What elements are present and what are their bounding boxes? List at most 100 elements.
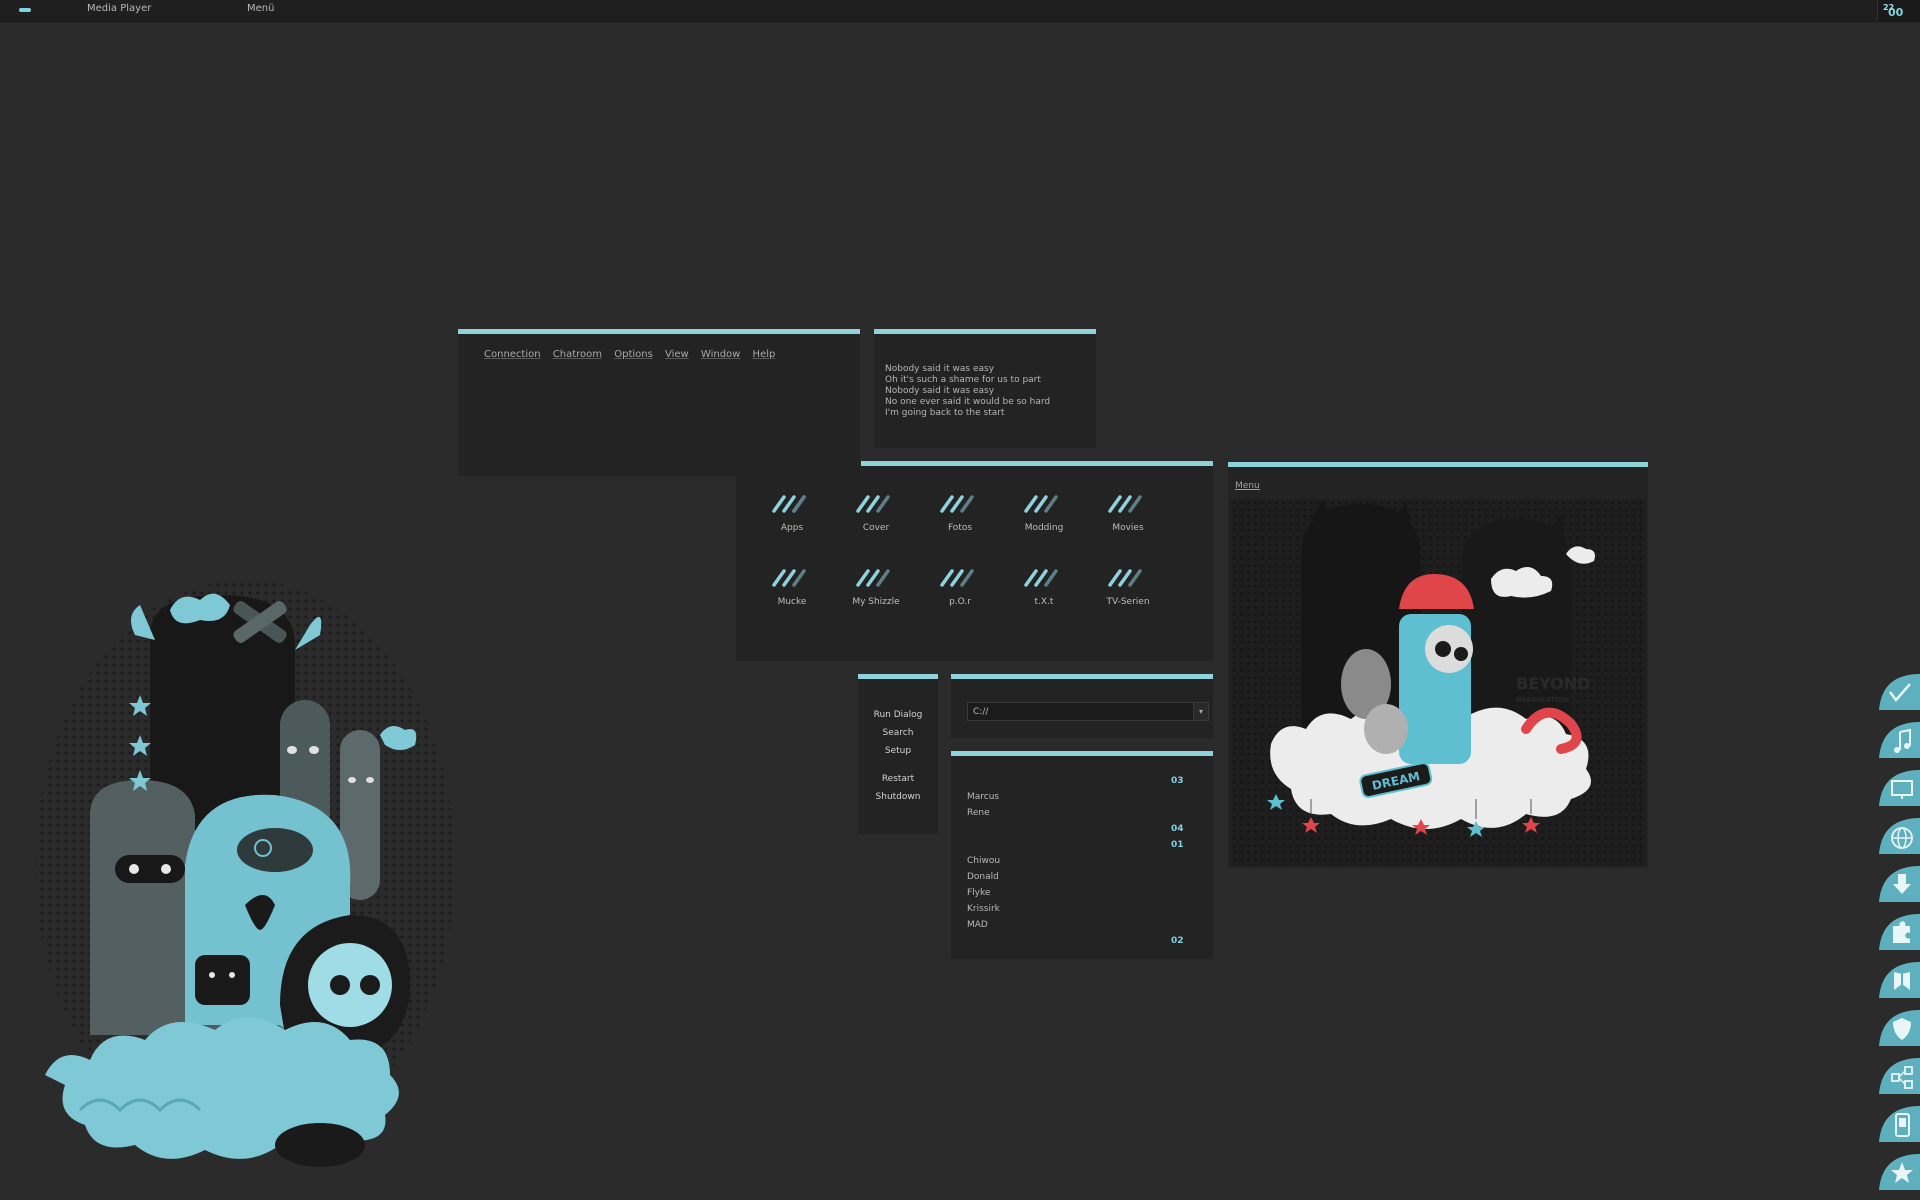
lyrics-line: No one ever said it would be so hard xyxy=(885,397,1051,407)
menu-restart[interactable]: Restart xyxy=(858,770,938,788)
folder-slashes-icon xyxy=(856,569,890,587)
folder-slashes-icon xyxy=(856,495,890,513)
artwork-word-beyond: BEYOND xyxy=(1516,674,1590,693)
shortcut-label: TV-Serien xyxy=(1106,597,1150,607)
image-viewer-window: Menu DREAM BEYOND IMAGINATION xyxy=(1228,462,1648,868)
menu-view[interactable]: View xyxy=(665,349,689,360)
music-note-icon[interactable] xyxy=(1876,720,1920,760)
shortcut-txt[interactable]: t.X.t xyxy=(1002,569,1086,607)
download-icon[interactable] xyxy=(1876,864,1920,904)
contact-group[interactable]: 01 xyxy=(1171,840,1184,850)
contact-item[interactable]: Donald xyxy=(967,872,999,882)
shield-icon[interactable] xyxy=(1876,1008,1920,1048)
shortcut-cover[interactable]: Cover xyxy=(834,495,918,533)
taskbar-menu[interactable]: Menü xyxy=(247,3,274,14)
globe-icon[interactable] xyxy=(1876,816,1920,856)
monitor-icon[interactable] xyxy=(1876,768,1920,808)
lyrics-line: Nobody said it was easy xyxy=(885,386,995,396)
system-menu-window: Run Dialog Search Setup Restart Shutdown xyxy=(858,674,938,834)
artwork-image: DREAM BEYOND IMAGINATION xyxy=(1231,499,1646,866)
menu-window[interactable]: Window xyxy=(701,349,740,360)
shortcut-label: Modding xyxy=(1024,523,1064,533)
shortcut-my-shizzle[interactable]: My Shizzle xyxy=(834,569,918,607)
menu-chatroom[interactable]: Chatroom xyxy=(553,349,602,360)
chat-menu-bar: Connection Chatroom Options View Window … xyxy=(484,349,784,360)
menu-help[interactable]: Help xyxy=(753,349,776,360)
contact-group[interactable]: 04 xyxy=(1171,824,1184,834)
contact-item[interactable]: Marcus xyxy=(967,792,999,802)
contact-group[interactable]: 02 xyxy=(1171,936,1184,946)
shortcut-label: Cover xyxy=(862,523,890,533)
dream-beyond-imagination-artwork: DREAM BEYOND IMAGINATION xyxy=(1231,499,1646,866)
network-icon[interactable] xyxy=(1876,1056,1920,1096)
contact-group[interactable]: 03 xyxy=(1171,776,1184,786)
folder-slashes-icon xyxy=(1024,495,1058,513)
clock-hours: 00 xyxy=(1888,6,1904,19)
menu-separator xyxy=(858,760,938,770)
folder-slashes-icon xyxy=(1024,569,1058,587)
butterfly-icon[interactable] xyxy=(1876,960,1920,1000)
device-icon[interactable] xyxy=(1876,1104,1920,1144)
folder-slashes-icon xyxy=(940,495,974,513)
shortcut-por[interactable]: p.O.r xyxy=(918,569,1002,607)
menu-connection[interactable]: Connection xyxy=(484,349,541,360)
chevron-down-icon[interactable]: ▾ xyxy=(1193,703,1208,720)
menu-run-dialog[interactable]: Run Dialog xyxy=(858,706,938,724)
run-window-titlebar[interactable] xyxy=(951,674,1213,679)
contact-item[interactable]: MAD xyxy=(967,920,988,930)
taskbar: Media Player Menü 00 22 xyxy=(0,0,1920,22)
chat-window-titlebar[interactable] xyxy=(458,329,860,334)
contact-item[interactable]: Rene xyxy=(967,808,990,818)
menu-search[interactable]: Search xyxy=(858,724,938,742)
shortcut-label: Movies xyxy=(1112,523,1144,533)
shortcut-apps[interactable]: Apps xyxy=(750,495,834,533)
menu-options[interactable]: Options xyxy=(614,349,653,360)
puzzle-icon[interactable] xyxy=(1876,912,1920,952)
lyrics-text: Nobody said it was easy Oh it's such a s… xyxy=(885,364,1050,419)
contact-list-titlebar[interactable] xyxy=(951,751,1213,756)
image-viewer-menu[interactable]: Menu xyxy=(1235,481,1260,491)
shortcut-label: p.O.r xyxy=(949,597,971,607)
shortcut-label: Apps xyxy=(780,523,804,533)
shortcut-label: Fotos xyxy=(947,523,973,533)
taskbar-app-title[interactable]: Media Player xyxy=(87,3,151,14)
system-menu: Run Dialog Search Setup Restart Shutdown xyxy=(858,706,938,806)
shortcut-movies[interactable]: Movies xyxy=(1086,495,1170,533)
menu-shutdown[interactable]: Shutdown xyxy=(858,788,938,806)
check-icon[interactable] xyxy=(1876,672,1920,712)
artwork-word-imagination: IMAGINATION xyxy=(1516,696,1569,704)
run-window: ▾ xyxy=(951,674,1213,738)
contact-list-window: 03 Marcus Rene 04 01 Chiwou Donald Flyke… xyxy=(951,751,1213,959)
shortcut-label: Mucke xyxy=(777,597,807,607)
image-viewer-titlebar[interactable] xyxy=(1228,462,1648,467)
lyrics-window-titlebar[interactable] xyxy=(874,329,1096,334)
shortcuts-window-titlebar[interactable] xyxy=(861,461,1213,466)
clock: 00 22 xyxy=(1877,0,1920,21)
contact-item[interactable]: Krissirk xyxy=(967,904,1000,914)
lyrics-window: Nobody said it was easy Oh it's such a s… xyxy=(874,329,1096,448)
chat-window: Connection Chatroom Options View Window … xyxy=(458,329,860,476)
shortcut-tv-serien[interactable]: TV-Serien xyxy=(1086,569,1170,607)
start-icon[interactable] xyxy=(19,8,31,12)
wallpaper-monsters-artwork xyxy=(35,580,455,1167)
shortcut-fotos[interactable]: Fotos xyxy=(918,495,1002,533)
contact-item[interactable]: Flyke xyxy=(967,888,990,898)
system-menu-titlebar[interactable] xyxy=(858,674,938,679)
shortcut-mucke[interactable]: Mucke xyxy=(750,569,834,607)
shortcuts-window: Apps Cover Fotos Modding Movies Mucke My… xyxy=(736,461,1213,661)
star-icon[interactable] xyxy=(1876,1152,1920,1192)
shortcut-label: My Shizzle xyxy=(852,597,900,607)
run-field: ▾ xyxy=(967,702,1209,721)
folder-slashes-icon xyxy=(1108,569,1142,587)
shortcut-modding[interactable]: Modding xyxy=(1002,495,1086,533)
folder-slashes-icon xyxy=(940,569,974,587)
folder-slashes-icon xyxy=(772,569,806,587)
folder-slashes-icon xyxy=(1108,495,1142,513)
menu-setup[interactable]: Setup xyxy=(858,742,938,760)
folder-slashes-icon xyxy=(772,495,806,513)
lyrics-line: Oh it's such a shame for us to part xyxy=(885,375,1041,385)
run-input[interactable] xyxy=(968,703,1188,720)
shortcut-label: t.X.t xyxy=(1034,597,1054,607)
lyrics-line: I'm going back to the start xyxy=(885,408,1005,418)
contact-item[interactable]: Chiwou xyxy=(967,856,1000,866)
